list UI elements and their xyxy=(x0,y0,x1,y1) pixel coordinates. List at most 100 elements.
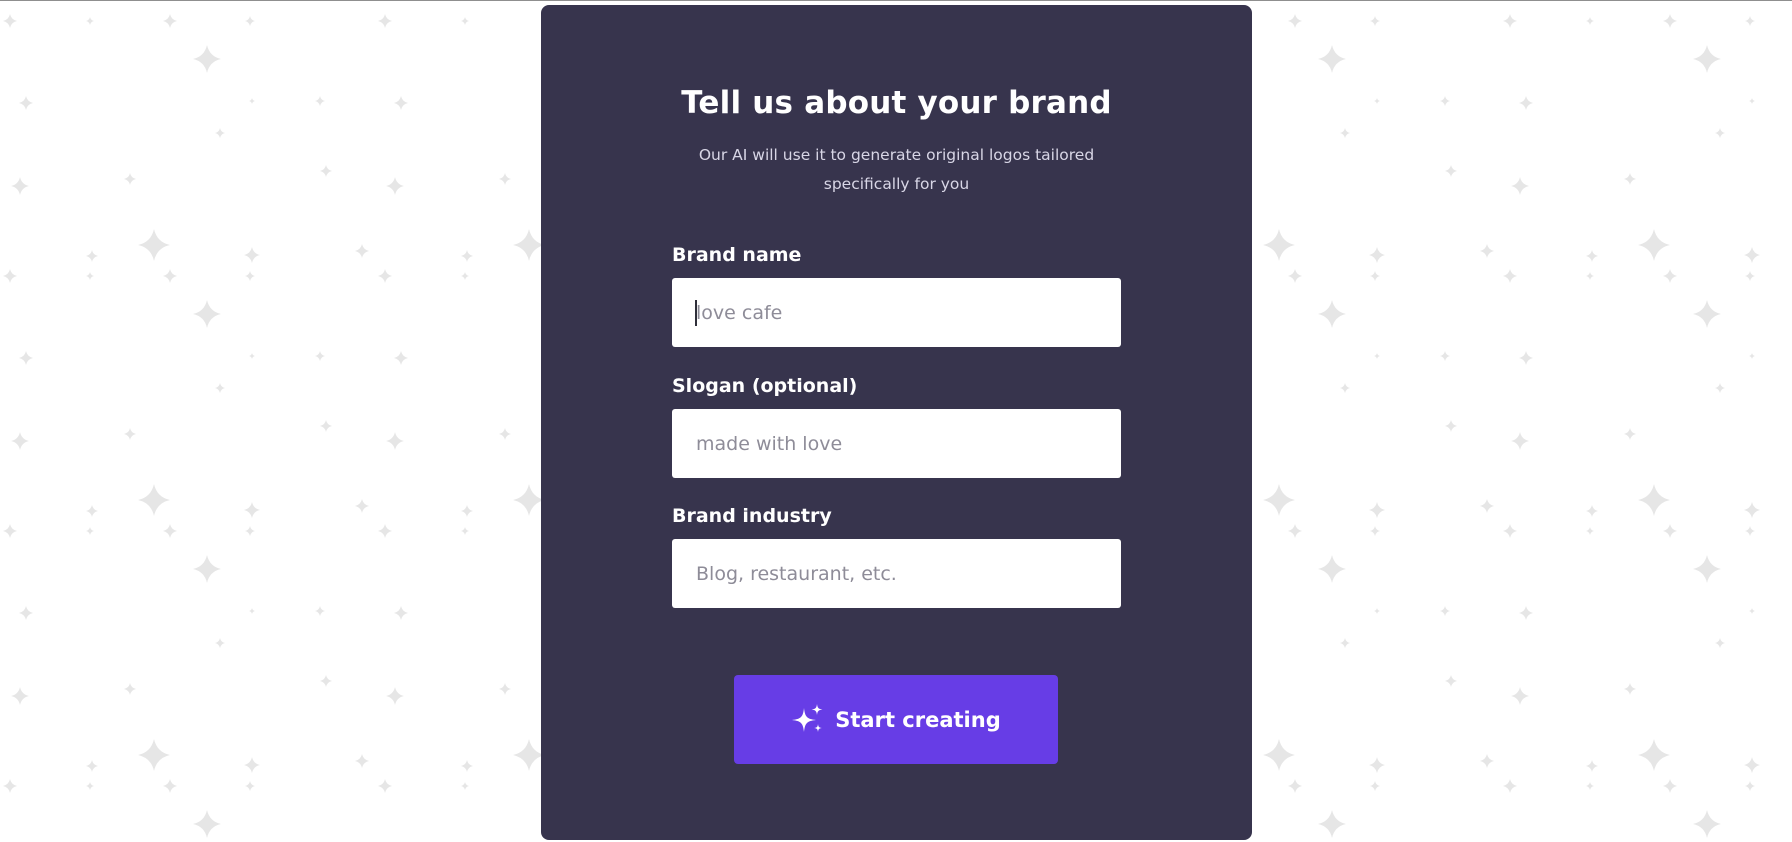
sparkle-star-icon xyxy=(86,250,98,262)
sparkle-star-icon xyxy=(378,779,392,793)
sparkle-star-icon xyxy=(1369,502,1385,518)
sparkle-star-icon xyxy=(245,271,255,281)
brand-name-input[interactable] xyxy=(672,278,1121,347)
sparkle-star-icon xyxy=(1693,810,1721,838)
sparkle-star-icon xyxy=(1663,14,1677,28)
sparkle-star-icon xyxy=(244,247,260,263)
sparkle-star-icon xyxy=(1745,271,1755,281)
brand-industry-input[interactable] xyxy=(672,539,1121,608)
sparkle-star-icon xyxy=(1586,760,1598,772)
sparkle-star-icon xyxy=(1586,250,1598,262)
sparkle-star-icon xyxy=(193,300,221,328)
sparkle-star-icon xyxy=(3,779,17,793)
sparkle-star-icon xyxy=(1586,782,1594,790)
sparkle-star-icon xyxy=(461,760,473,772)
slogan-input[interactable] xyxy=(672,409,1121,478)
sparkle-star-icon xyxy=(1519,96,1533,110)
start-creating-button[interactable]: Start creating xyxy=(734,675,1058,764)
sparkle-star-icon xyxy=(1693,45,1721,73)
sparkle-star-icon xyxy=(86,760,98,772)
sparkle-star-icon xyxy=(378,14,392,28)
sparkle-star-icon xyxy=(1693,300,1721,328)
sparkle-star-icon xyxy=(1318,300,1346,328)
sparkle-star-icon xyxy=(1440,96,1450,106)
sparkle-star-icon xyxy=(1503,524,1517,538)
sparkle-star-icon xyxy=(461,505,473,517)
sparkle-star-icon xyxy=(1744,757,1760,773)
sparkle-star-icon xyxy=(1511,432,1529,450)
sparkle-star-icon xyxy=(386,432,404,450)
sparkle-star-icon xyxy=(461,782,469,790)
sparkle-star-icon xyxy=(1586,505,1598,517)
sparkle-star-icon xyxy=(386,687,404,705)
sparkle-star-icon xyxy=(320,420,332,432)
sparkle-star-icon xyxy=(193,555,221,583)
sparkle-star-icon xyxy=(499,683,511,695)
sparkle-star-icon xyxy=(1374,98,1380,104)
sparkle-star-icon xyxy=(315,96,325,106)
sparkle-star-icon xyxy=(138,739,170,771)
sparkle-star-icon xyxy=(124,683,136,695)
sparkle-star-icon xyxy=(3,14,17,28)
sparkle-star-icon xyxy=(1638,484,1670,516)
sparkle-star-icon xyxy=(1445,165,1457,177)
sparkle-star-icon xyxy=(1503,14,1517,28)
text-caret xyxy=(695,300,697,326)
sparkle-star-icon xyxy=(355,499,369,513)
sparkle-star-icon xyxy=(1370,271,1380,281)
sparkle-star-icon xyxy=(378,524,392,538)
sparkle-star-icon xyxy=(244,757,260,773)
sparkle-star-icon xyxy=(1638,739,1670,771)
sparkle-star-icon xyxy=(499,428,511,440)
sparkle-star-icon xyxy=(355,754,369,768)
sparkle-star-icon xyxy=(1663,779,1677,793)
sparkle-star-icon xyxy=(1586,527,1594,535)
sparkle-star-icon xyxy=(1624,428,1636,440)
sparkle-star-icon xyxy=(320,675,332,687)
sparkle-star-icon xyxy=(1715,383,1725,393)
sparkle-star-icon xyxy=(1744,247,1760,263)
sparkle-star-icon xyxy=(378,269,392,283)
sparkle-star-icon xyxy=(461,17,469,25)
sparkle-star-icon xyxy=(86,17,94,25)
sparkle-star-icon xyxy=(1318,45,1346,73)
sparkle-star-icon xyxy=(1318,810,1346,838)
sparkle-star-icon xyxy=(3,524,17,538)
slogan-label: Slogan (optional) xyxy=(672,375,858,397)
sparkle-star-icon xyxy=(1511,687,1529,705)
sparkle-star-icon xyxy=(1663,524,1677,538)
sparkle-star-icon xyxy=(1445,420,1457,432)
sparkle-star-icon xyxy=(1369,757,1385,773)
sparkle-star-icon xyxy=(1745,16,1755,26)
sparkle-star-icon xyxy=(138,229,170,261)
sparkle-star-icon xyxy=(163,269,177,283)
sparkle-star-icon xyxy=(1624,173,1636,185)
sparkle-star-icon xyxy=(1288,269,1302,283)
sparkle-star-icon xyxy=(215,128,225,138)
sparkle-star-icon xyxy=(1480,499,1494,513)
sparkle-star-icon xyxy=(1586,272,1594,280)
sparkle-star-icon xyxy=(1480,754,1494,768)
sparkle-star-icon xyxy=(1715,638,1725,648)
sparkle-star-icon xyxy=(245,526,255,536)
page: Tell us about your brand Our AI will use… xyxy=(0,0,1792,842)
sparkle-star-icon xyxy=(1340,128,1350,138)
sparkle-star-icon xyxy=(1370,526,1380,536)
sparkle-star-icon xyxy=(19,606,33,620)
sparkle-star-icon xyxy=(1511,177,1529,195)
sparkle-star-icon xyxy=(1519,606,1533,620)
sparkle-star-icon xyxy=(1288,524,1302,538)
sparkle-star-icon xyxy=(320,165,332,177)
sparkle-star-icon xyxy=(1480,244,1494,258)
sparkle-star-icon xyxy=(1369,247,1385,263)
sparkle-star-icon xyxy=(386,177,404,195)
sparkle-star-icon xyxy=(1263,484,1295,516)
sparkle-star-icon xyxy=(138,484,170,516)
sparkle-star-icon xyxy=(394,351,408,365)
sparkles-icon xyxy=(792,703,823,732)
sparkle-star-icon xyxy=(315,606,325,616)
sparkle-star-icon xyxy=(86,782,94,790)
sparkle-star-icon xyxy=(245,781,255,791)
sparkle-star-icon xyxy=(1374,608,1380,614)
sparkle-star-icon xyxy=(19,96,33,110)
